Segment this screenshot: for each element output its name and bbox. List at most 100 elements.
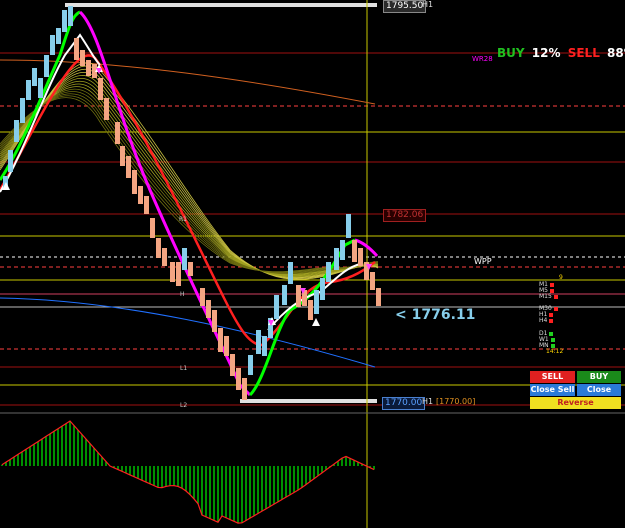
bull-candle	[38, 78, 43, 98]
ribbon-ma-line	[0, 95, 379, 273]
bear-candle	[200, 288, 205, 306]
bull-candle	[44, 55, 49, 77]
bear-candle	[230, 354, 235, 376]
bear-candle	[370, 272, 375, 290]
tf-row-h4: H4	[539, 317, 554, 324]
l1-label: L1	[180, 365, 188, 372]
bull-candle	[20, 98, 25, 123]
bull-candle	[256, 330, 261, 354]
tf-label: M15	[539, 293, 552, 300]
bear-candle	[115, 122, 120, 144]
tf-time: 14:12	[546, 348, 564, 355]
bear-candle	[104, 98, 109, 120]
wr-label: WR28	[472, 55, 493, 63]
tf-status-square-icon	[550, 288, 554, 293]
h-label: H	[180, 291, 185, 298]
sentiment-indicator: BUY 12% SELL 88%	[497, 46, 625, 60]
buy-button[interactable]: BUY	[577, 371, 621, 383]
bull-candle	[326, 262, 331, 282]
h1-bottom-box: [1770.00]	[436, 397, 476, 406]
tf-status-square-icon	[549, 318, 554, 323]
bear-candle	[352, 240, 357, 262]
price-chart[interactable]	[0, 0, 625, 528]
ribbon-ma-line	[0, 93, 379, 273]
bear-candle	[218, 328, 223, 352]
trading-chart-window: 1795.50 H1 1782.06 1770.00 H1 [1770.00] …	[0, 0, 625, 528]
bull-candle	[26, 80, 31, 100]
ribbon-ma-line	[0, 88, 379, 275]
price-tag-top: 1795.50	[383, 0, 427, 13]
ribbon-ma-line	[0, 86, 379, 275]
bear-candle	[156, 238, 161, 258]
bear-candle	[74, 38, 79, 60]
bear-candle	[150, 218, 155, 238]
wpp-label: WPP	[474, 257, 492, 266]
bear-candle	[98, 78, 103, 100]
r1-label: R1	[179, 216, 187, 223]
bear-candle	[376, 288, 381, 306]
bear-candle	[224, 336, 229, 356]
bull-candle	[340, 240, 345, 260]
ribbon-ma-line	[0, 72, 379, 278]
fast-ma-up-line	[248, 238, 356, 397]
bear-candle	[188, 262, 193, 276]
bull-candle	[14, 120, 19, 142]
ribbon-ma-line	[0, 78, 379, 277]
bull-candle	[50, 35, 55, 55]
sell-sentiment-label: SELL	[567, 46, 600, 60]
buy-sentiment-value: 12%	[531, 46, 561, 60]
close-sell-button[interactable]: Close Sell	[530, 384, 575, 396]
bear-candle	[176, 262, 181, 286]
current-price-label: < 1776.11	[395, 307, 476, 323]
bear-candle	[308, 300, 313, 320]
bear-candle	[162, 248, 167, 266]
bear-candle	[212, 310, 217, 332]
bull-candle	[320, 278, 325, 300]
bull-candle	[314, 290, 319, 314]
price-tag-bottom: 1770.00	[382, 397, 426, 410]
bull-candle	[288, 262, 293, 284]
bull-candle	[346, 214, 351, 238]
bear-candle	[132, 170, 137, 194]
bear-candle	[170, 262, 175, 282]
tf-status-square-icon	[550, 337, 555, 342]
sell-sentiment-value: 88%	[607, 46, 625, 60]
l2-label: L2	[180, 402, 188, 409]
h1-top-label: H1	[422, 0, 434, 9]
bear-candle	[120, 146, 125, 166]
tf-top-value: 9	[559, 274, 563, 281]
ribbon-ma-line	[0, 83, 379, 276]
tf-status-square-icon	[550, 282, 554, 287]
bull-candle	[32, 68, 37, 86]
tf-row-m15: M15	[539, 293, 558, 300]
bull-candle	[56, 28, 61, 44]
signal-arrow-icon	[312, 318, 320, 326]
bull-candle	[334, 248, 339, 270]
tf-status-square-icon	[549, 331, 554, 336]
bull-candle	[282, 285, 287, 305]
bear-candle	[206, 300, 211, 318]
h1-bottom-label: H1	[422, 397, 434, 406]
ribbon-ma-line	[0, 91, 379, 274]
tf-status-square-icon	[553, 294, 558, 299]
bear-candle	[242, 378, 247, 400]
bear-candle	[80, 50, 85, 66]
price-tag-middle: 1782.06	[383, 209, 427, 222]
bull-candle	[274, 295, 279, 319]
tf-status-square-icon	[553, 306, 558, 311]
tf-label: H4	[539, 317, 548, 324]
bear-candle	[236, 368, 241, 390]
bull-candle	[62, 10, 67, 32]
ribbon-ma-line	[0, 69, 379, 279]
bear-candle	[144, 196, 149, 214]
bear-candle	[86, 60, 91, 76]
bull-candle	[8, 150, 13, 172]
reverse-button[interactable]: Reverse	[530, 397, 621, 409]
ribbon-ma-line	[0, 97, 379, 273]
sell-button[interactable]: SELL	[530, 371, 575, 383]
bear-candle	[138, 186, 143, 204]
close-buy-button[interactable]: Close Buy	[577, 384, 621, 406]
bull-candle	[68, 6, 73, 26]
buy-sentiment-label: BUY	[497, 46, 525, 60]
ribbon-ma-line	[0, 80, 379, 276]
